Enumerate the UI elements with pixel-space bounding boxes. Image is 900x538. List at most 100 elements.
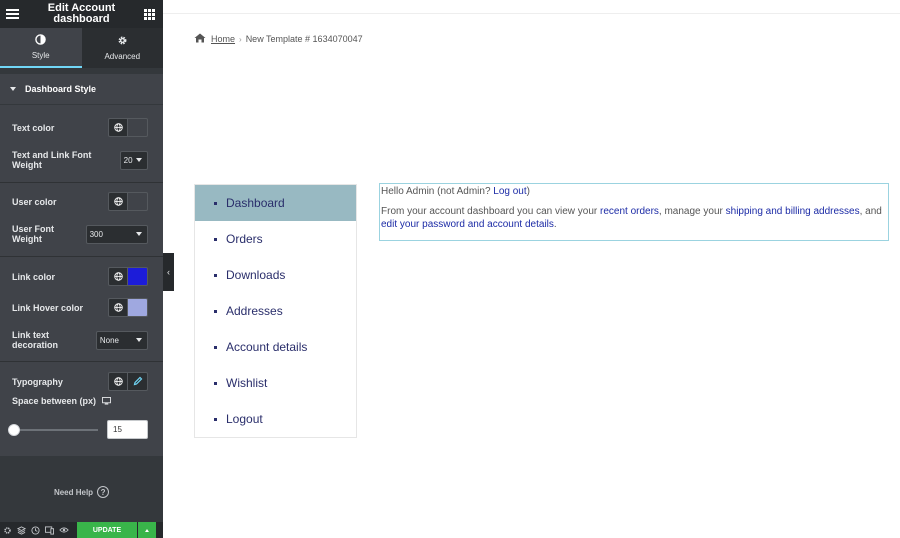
- intro-text: From your account dashboard you can view…: [381, 206, 600, 217]
- nav-item-label: Downloads: [226, 268, 286, 282]
- collapse-panel-button[interactable]: ‹: [163, 253, 174, 291]
- link-text-decoration-select[interactable]: None: [95, 330, 148, 350]
- space-between-label: Space between (px): [12, 396, 97, 406]
- divider: [0, 361, 163, 362]
- breadcrumb-separator-icon: ›: [239, 34, 242, 44]
- caret-down-icon: [10, 87, 16, 91]
- globe-icon[interactable]: [108, 267, 128, 286]
- bullet-icon: [214, 237, 217, 241]
- nav-item-label: Addresses: [226, 304, 283, 318]
- bullet-icon: [214, 309, 217, 313]
- history-icon[interactable]: [31, 525, 40, 535]
- control-user-font-weight: User Font Weight 300: [12, 224, 148, 244]
- text-link-font-weight-select[interactable]: 20: [119, 150, 148, 170]
- space-between-slider-handle[interactable]: [8, 424, 20, 436]
- responsive-mode-icon[interactable]: [45, 525, 54, 535]
- chevron-down-icon: [136, 338, 142, 342]
- update-options-button[interactable]: [138, 522, 156, 538]
- section-title: Dashboard Style: [25, 84, 97, 94]
- user-font-weight-select[interactable]: 300: [85, 224, 148, 244]
- globe-icon[interactable]: [108, 298, 128, 317]
- link-text-decoration-label: Link text decoration: [12, 330, 59, 350]
- need-help-label: Need Help: [53, 487, 94, 497]
- bullet-icon: [214, 417, 217, 421]
- settings-icon[interactable]: [3, 526, 12, 535]
- dashboard-content: Hello Admin (not Admin? Log out) From yo…: [379, 183, 889, 241]
- tab-advanced-label: Advanced: [104, 52, 141, 61]
- hamburger-menu-icon[interactable]: [6, 9, 19, 19]
- link-hover-color-swatch[interactable]: [128, 298, 148, 317]
- home-icon: [194, 33, 206, 45]
- typography-label: Typography: [12, 376, 63, 387]
- pencil-icon: [133, 376, 143, 388]
- nav-item-orders[interactable]: Orders: [195, 221, 356, 257]
- chevron-down-icon: [136, 232, 142, 236]
- greeting-text: Hello Admin (not Admin?: [381, 186, 494, 197]
- link-text-decoration-value: None: [99, 335, 119, 345]
- nav-item-downloads[interactable]: Downloads: [195, 257, 356, 293]
- tab-advanced[interactable]: Advanced: [81, 28, 163, 68]
- gear-icon: [117, 35, 128, 49]
- nav-item-wishlist[interactable]: Wishlist: [195, 365, 356, 401]
- bullet-icon: [214, 345, 217, 349]
- tab-style[interactable]: Style: [0, 28, 82, 68]
- nav-item-logout[interactable]: Logout: [195, 401, 356, 437]
- text-color-swatch[interactable]: [128, 118, 148, 137]
- editor-panel: Edit Account dashboard Style Advanced Da…: [0, 0, 163, 538]
- desktop-icon[interactable]: [102, 397, 111, 405]
- breadcrumb: Home › New Template # 1634070047: [194, 33, 363, 45]
- section-toggle-dashboard-style[interactable]: Dashboard Style: [0, 74, 163, 104]
- user-color-label: User color: [12, 196, 57, 207]
- text-link-font-weight-value: 20: [123, 155, 133, 165]
- shipping-billing-link[interactable]: shipping and billing addresses: [726, 206, 860, 217]
- widgets-grid-icon[interactable]: [144, 8, 155, 20]
- intro-text: .: [553, 219, 557, 230]
- nav-item-addresses[interactable]: Addresses: [195, 293, 356, 329]
- nav-item-label: Logout: [226, 412, 263, 426]
- panel-tabs: Style Advanced: [0, 28, 163, 68]
- intro-text: , and: [859, 206, 882, 217]
- link-color-label: Link color: [12, 271, 56, 282]
- bullet-icon: [214, 201, 217, 205]
- user-color-swatch[interactable]: [128, 192, 148, 211]
- link-color-swatch[interactable]: [128, 267, 148, 286]
- divider: [0, 182, 163, 183]
- globe-icon[interactable]: [108, 372, 128, 391]
- control-link-text-decoration: Link text decoration None: [12, 330, 148, 350]
- space-between-slider-track[interactable]: [14, 429, 98, 431]
- need-help-link[interactable]: Need Help ?: [0, 486, 163, 498]
- user-font-weight-label: User Font Weight: [12, 224, 55, 244]
- caret-up-icon: [145, 528, 149, 532]
- panel-header: Edit Account dashboard: [0, 0, 163, 28]
- typography-edit-button[interactable]: [128, 372, 148, 391]
- edit-account-link[interactable]: edit your password and account details: [381, 219, 554, 230]
- control-link-color: Link color: [12, 267, 148, 286]
- nav-item-account-details[interactable]: Account details: [195, 329, 356, 365]
- globe-icon[interactable]: [108, 192, 128, 211]
- text-link-font-weight-label: Text and Link Font Weight: [12, 150, 92, 170]
- user-font-weight-value: 300: [89, 229, 103, 239]
- control-text-link-font-weight: Text and Link Font Weight 20: [12, 150, 148, 170]
- greeting-text: ): [526, 186, 530, 197]
- recent-orders-link[interactable]: recent orders: [600, 206, 659, 217]
- intro-text: , manage your: [658, 206, 726, 217]
- update-button[interactable]: UPDATE: [77, 522, 137, 538]
- nav-item-label: Wishlist: [226, 376, 268, 390]
- question-circle-icon: ?: [97, 486, 110, 498]
- globe-icon[interactable]: [108, 118, 128, 137]
- breadcrumb-home-link[interactable]: Home: [211, 34, 235, 44]
- bullet-icon: [214, 273, 217, 277]
- greeting-paragraph: Hello Admin (not Admin? Log out): [381, 185, 887, 198]
- top-divider: [163, 13, 900, 14]
- chevron-down-icon: [136, 158, 142, 162]
- half-circle-icon: [35, 34, 47, 48]
- account-navigation: Dashboard Orders Downloads Addresses Acc…: [194, 184, 357, 438]
- control-text-color: Text color: [12, 118, 148, 137]
- nav-item-label: Orders: [226, 232, 263, 246]
- nav-item-dashboard[interactable]: Dashboard: [195, 185, 356, 221]
- space-between-input[interactable]: 15: [107, 420, 148, 439]
- nav-item-label: Dashboard: [226, 196, 285, 210]
- layers-icon[interactable]: [17, 525, 26, 535]
- logout-link[interactable]: Log out: [493, 186, 526, 197]
- eye-icon[interactable]: [59, 526, 69, 534]
